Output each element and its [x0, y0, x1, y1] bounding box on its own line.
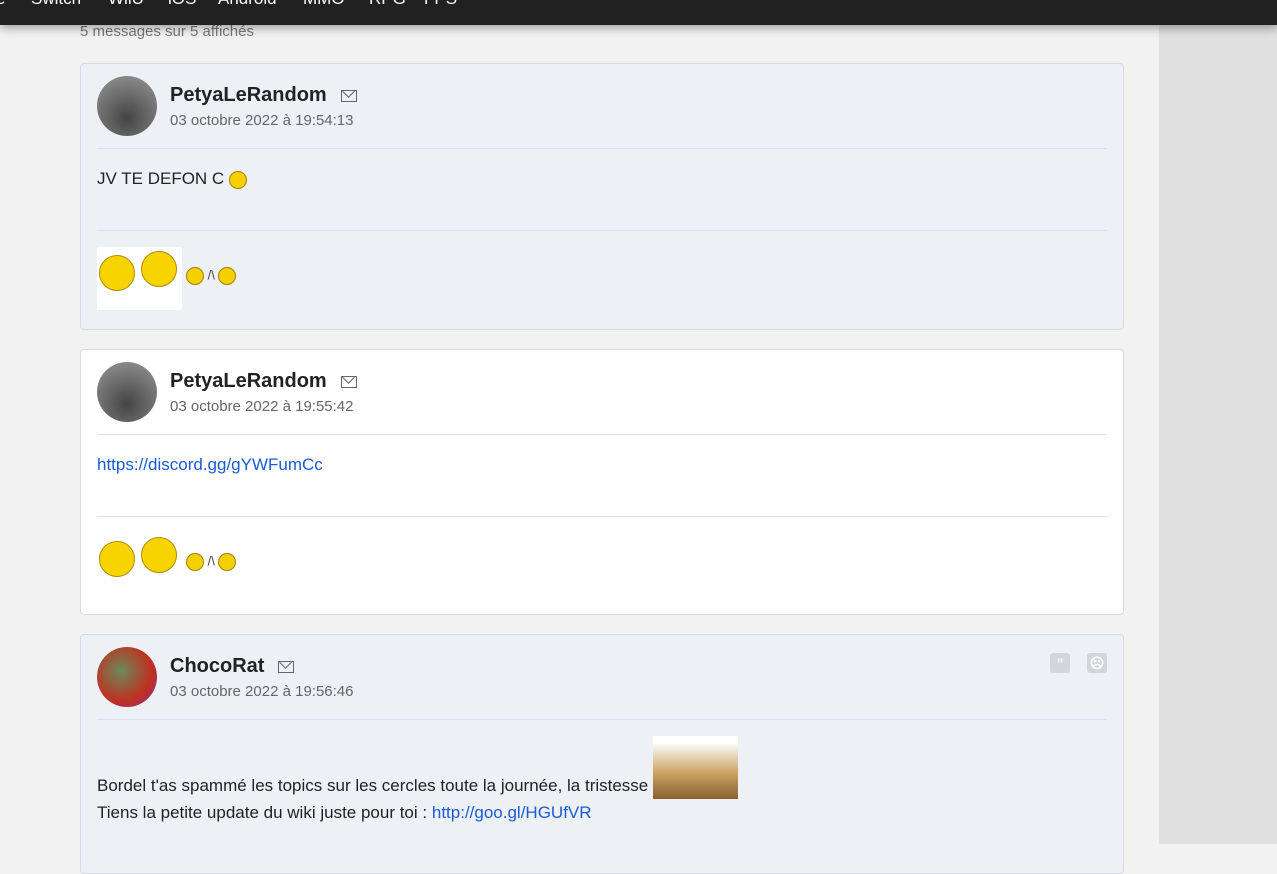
mail-icon[interactable] [340, 375, 357, 388]
signature-image [97, 533, 182, 596]
post-date[interactable]: 03 octobre 2022 à 19:56:46 [170, 683, 354, 700]
post: PetyaLeRandom 03 octobre 2022 à 19:55:42… [80, 349, 1124, 615]
nav-item[interactable]: iOS [168, 0, 196, 9]
sad-face-icon[interactable]: ☹ [1087, 653, 1107, 673]
mail-icon[interactable] [278, 660, 295, 673]
signature: /\ [97, 231, 1107, 329]
nav-item[interactable]: Android [218, 0, 277, 9]
avatar[interactable] [97, 76, 157, 136]
smiley-icon [218, 267, 237, 285]
mail-icon[interactable] [340, 89, 357, 102]
signature-text: /\ [207, 267, 215, 283]
nav-item[interactable]: e [0, 0, 5, 9]
post-link[interactable]: https://discord.gg/gYWFumCc [97, 455, 323, 474]
author[interactable]: ChocoRat [170, 655, 295, 678]
smiley-icon [218, 553, 237, 571]
smiley-icon [228, 170, 247, 189]
post-date[interactable]: 03 octobre 2022 à 19:54:13 [170, 112, 354, 129]
avatar[interactable] [97, 362, 157, 422]
signature: /\ [97, 517, 1107, 615]
signature-text: /\ [207, 553, 215, 569]
reaction-image [653, 736, 738, 799]
author[interactable]: PetyaLeRandom [170, 84, 357, 107]
post-text: JV TE DEFON C [97, 169, 225, 188]
smiley-icon [186, 553, 204, 571]
avatar[interactable] [97, 647, 157, 707]
post-text: Bordel t'as spammé les topics sur les ce… [97, 776, 649, 795]
post: PetyaLeRandom 03 octobre 2022 à 19:54:13… [80, 63, 1124, 330]
nav-item[interactable]: MMO [303, 0, 345, 9]
nav-item[interactable]: WiiU [108, 0, 144, 9]
top-nav: e Switch WiiU iOS Android MMO RPG FPS [0, 0, 1277, 25]
post-text: Tiens la petite update du wiki juste pou… [97, 803, 428, 822]
post-link[interactable]: http://goo.gl/HGUfVR [432, 803, 592, 822]
author[interactable]: PetyaLeRandom [170, 370, 357, 393]
post: ChocoRat 03 octobre 2022 à 19:56:46 ” ☹ … [80, 634, 1124, 874]
post-date[interactable]: 03 octobre 2022 à 19:55:42 [170, 398, 354, 415]
nav-item[interactable]: RPG [369, 0, 406, 9]
nav-item[interactable]: Switch [31, 0, 81, 9]
signature-image [97, 247, 182, 310]
quote-icon[interactable]: ” [1050, 653, 1070, 673]
right-sidebar [1159, 0, 1277, 844]
nav-item[interactable]: FPS [424, 0, 457, 9]
smiley-icon [186, 267, 204, 285]
message-count: 5 messages sur 5 affichés [80, 23, 254, 40]
